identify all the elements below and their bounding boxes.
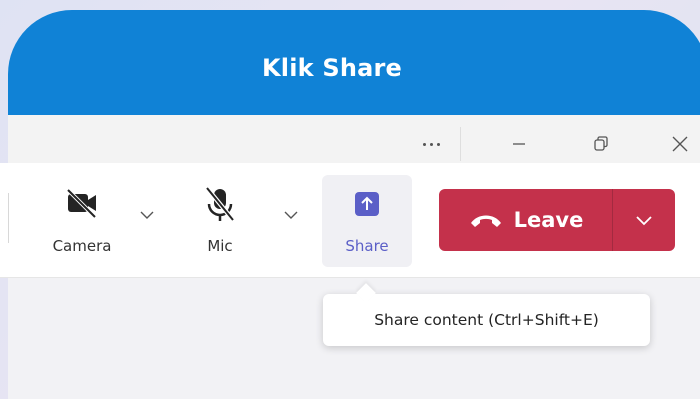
minimize-icon bbox=[513, 143, 525, 145]
share-tooltip: Share content (Ctrl+Shift+E) bbox=[323, 294, 650, 346]
restore-icon bbox=[594, 136, 608, 151]
titlebar-divider bbox=[460, 127, 461, 161]
minimize-button[interactable] bbox=[504, 129, 534, 159]
camera-label: Camera bbox=[52, 237, 112, 255]
chevron-down-icon bbox=[140, 211, 154, 219]
more-options-button[interactable] bbox=[406, 129, 456, 159]
camera-button[interactable]: Camera bbox=[37, 175, 127, 267]
chevron-down-icon bbox=[636, 216, 652, 226]
leave-button-group: Leave bbox=[439, 189, 675, 251]
mic-off-icon bbox=[205, 186, 235, 222]
share-label: Share bbox=[345, 237, 389, 255]
close-button[interactable] bbox=[665, 129, 695, 159]
banner-title: Klik Share bbox=[261, 53, 403, 82]
meeting-toolbar: Camera Mic Share Leave bbox=[0, 163, 700, 278]
phone-hangup-icon bbox=[470, 215, 501, 227]
mic-label: Mic bbox=[207, 237, 233, 255]
more-horizontal-icon bbox=[422, 142, 426, 146]
leave-label: Leave bbox=[513, 208, 584, 232]
share-button[interactable]: Share bbox=[322, 175, 412, 267]
camera-off-icon bbox=[66, 188, 97, 219]
restore-button[interactable] bbox=[586, 129, 616, 159]
camera-options-button[interactable] bbox=[137, 205, 157, 225]
mic-options-button[interactable] bbox=[281, 205, 301, 225]
tooltip-text: Share content (Ctrl+Shift+E) bbox=[374, 311, 599, 329]
mic-button[interactable]: Mic bbox=[175, 175, 265, 267]
close-icon bbox=[672, 136, 688, 152]
chevron-down-icon bbox=[284, 211, 298, 219]
instruction-banner: Klik Share bbox=[8, 10, 700, 115]
share-arrow-icon bbox=[355, 192, 379, 216]
leave-button[interactable]: Leave bbox=[439, 189, 612, 251]
toolbar-divider bbox=[8, 193, 9, 243]
leave-options-button[interactable] bbox=[613, 189, 675, 251]
